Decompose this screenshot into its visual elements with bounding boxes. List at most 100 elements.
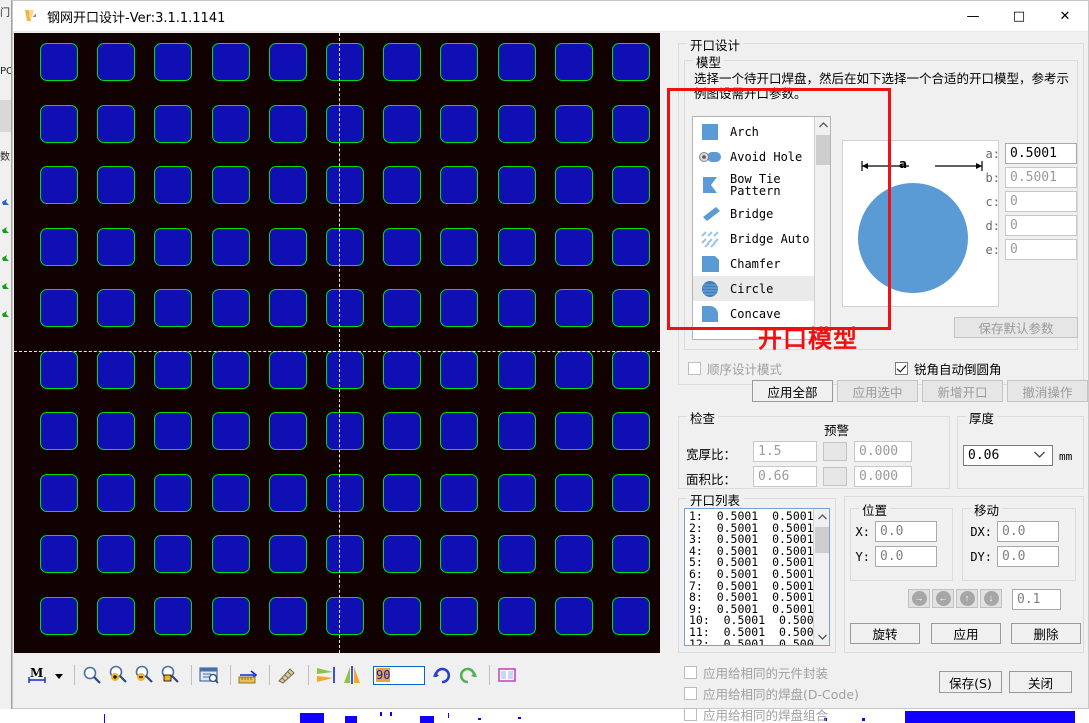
pcb-pad[interactable] xyxy=(97,289,136,327)
pcb-pad[interactable] xyxy=(211,473,250,512)
move-left-button[interactable]: ← xyxy=(932,589,954,608)
opening-list[interactable]: 1: 0.5001 0.5001 0 2: 0.5001 0.5001 0 3: 0… xyxy=(684,508,830,646)
pcb-pad[interactable] xyxy=(383,104,422,143)
pcb-pad[interactable] xyxy=(612,350,650,389)
save-button[interactable]: 保存(S) xyxy=(939,671,1002,693)
pcb-pad[interactable] xyxy=(497,104,536,143)
design-action-button-0[interactable]: 应用全部 xyxy=(752,380,833,402)
rotate-cw-icon[interactable] xyxy=(431,664,453,686)
param-field-e[interactable]: e: 0 xyxy=(984,239,1077,260)
pcb-pad[interactable] xyxy=(497,289,536,327)
pcb-pad[interactable] xyxy=(40,104,78,143)
model-list[interactable]: Arch Avoid Hole Bow Tie Pattern Bridge Bridg… xyxy=(692,116,831,340)
close-window-button[interactable]: ✕ xyxy=(1042,1,1088,32)
pcb-pad[interactable] xyxy=(497,166,536,204)
pcb-pad[interactable] xyxy=(497,350,536,389)
pcb-pad[interactable] xyxy=(326,227,364,266)
minimize-button[interactable]: — xyxy=(950,1,996,32)
param-input[interactable]: 0 xyxy=(1005,191,1077,212)
pcb-pad[interactable] xyxy=(154,350,193,389)
close-dialog-button[interactable]: 关闭 xyxy=(1009,671,1072,693)
position-x-field[interactable]: X: 0.0 xyxy=(854,521,937,542)
pcb-pad[interactable] xyxy=(154,596,193,635)
pcb-pad[interactable] xyxy=(154,535,193,573)
pcb-pad[interactable] xyxy=(211,412,250,450)
pcb-pad[interactable] xyxy=(40,227,78,266)
pcb-pad[interactable] xyxy=(383,227,422,266)
pcb-pad[interactable] xyxy=(268,412,307,450)
pcb-pad[interactable] xyxy=(326,43,364,81)
pcb-canvas[interactable] xyxy=(14,33,660,653)
move-right-button[interactable]: → xyxy=(908,589,930,608)
pcb-pad[interactable] xyxy=(40,596,78,635)
rotate-button[interactable]: 旋转 xyxy=(850,623,920,644)
pcb-pad[interactable] xyxy=(383,289,422,327)
design-action-button-2[interactable]: 新增开口 xyxy=(922,380,1003,402)
apply-transform-button[interactable]: 应用 xyxy=(931,623,1001,644)
pcb-pad[interactable] xyxy=(383,350,422,389)
maximize-button[interactable]: □ xyxy=(996,1,1042,32)
opening-list-scroll-thumb[interactable] xyxy=(815,527,829,553)
pcb-pad[interactable] xyxy=(40,289,78,327)
flip-horizontal-icon[interactable] xyxy=(315,664,337,686)
param-field-d[interactable]: d: 0 xyxy=(984,215,1077,236)
pcb-pad[interactable] xyxy=(440,104,479,143)
ruler-icon[interactable] xyxy=(237,664,259,686)
pcb-pad[interactable] xyxy=(440,350,479,389)
model-list-item[interactable]: Bow Tie Pattern xyxy=(693,169,815,201)
move-step-input[interactable]: 0.1 xyxy=(1012,589,1061,610)
param-input[interactable]: 0.5001 xyxy=(1005,167,1077,188)
auto-fillet-checkbox[interactable]: 锐角自动倒圆角 xyxy=(895,359,1002,378)
pcb-pad[interactable] xyxy=(383,166,422,204)
pcb-pad[interactable] xyxy=(97,473,136,512)
pcb-pad[interactable] xyxy=(383,412,422,450)
pcb-pad[interactable] xyxy=(612,227,650,266)
pcb-pad[interactable] xyxy=(268,473,307,512)
pcb-pad[interactable] xyxy=(326,535,364,573)
pcb-pad[interactable] xyxy=(154,473,193,512)
footer-checkbox-box-0[interactable] xyxy=(684,666,697,679)
pcb-pad[interactable] xyxy=(612,473,650,512)
rotate-angle-input[interactable]: 90 xyxy=(373,665,425,685)
mirror-icon[interactable] xyxy=(341,664,363,686)
model-list-item[interactable]: Arch xyxy=(693,119,815,144)
opening-list-scrollbar[interactable] xyxy=(813,509,829,645)
pcb-pad[interactable] xyxy=(97,412,136,450)
window-search-icon[interactable] xyxy=(198,664,220,686)
pcb-pad[interactable] xyxy=(211,596,250,635)
check-row-color-button-0[interactable] xyxy=(823,442,847,461)
pcb-pad[interactable] xyxy=(497,596,536,635)
pcb-pad[interactable] xyxy=(97,596,136,635)
pcb-pad[interactable] xyxy=(211,350,250,389)
measure-tool-icon[interactable] xyxy=(276,664,298,686)
design-action-button-3[interactable]: 撤消操作 xyxy=(1007,380,1088,402)
pcb-pad[interactable] xyxy=(154,227,193,266)
pcb-pad[interactable] xyxy=(497,412,536,450)
model-list-scroll-thumb[interactable] xyxy=(816,135,830,165)
pcb-pad[interactable] xyxy=(211,289,250,327)
pcb-pad[interactable] xyxy=(326,473,364,512)
zoom-out-icon[interactable] xyxy=(133,664,155,686)
pcb-pad[interactable] xyxy=(554,166,593,204)
position-x-input[interactable]: 0.0 xyxy=(875,521,937,542)
pcb-pad[interactable] xyxy=(383,596,422,635)
pcb-pad[interactable] xyxy=(268,596,307,635)
pcb-pad[interactable] xyxy=(440,473,479,512)
pcb-pad[interactable] xyxy=(383,535,422,573)
footer-checkbox-box-2[interactable] xyxy=(684,708,697,721)
pcb-pad[interactable] xyxy=(40,412,78,450)
pcb-pad[interactable] xyxy=(612,412,650,450)
pcb-pad[interactable] xyxy=(554,473,593,512)
zoom-icon[interactable] xyxy=(81,664,103,686)
pcb-pad[interactable] xyxy=(97,43,136,81)
pcb-pad[interactable] xyxy=(154,289,193,327)
check-row-warn-value-0[interactable]: 0.000 xyxy=(854,441,912,462)
footer-checkbox-1[interactable]: 应用给相同的焊盘(D-Code) xyxy=(684,684,859,703)
pcb-pad[interactable] xyxy=(497,227,536,266)
pcb-pad[interactable] xyxy=(97,166,136,204)
model-list-item[interactable]: Chamfer xyxy=(693,251,815,276)
pcb-pad[interactable] xyxy=(154,43,193,81)
param-field-b[interactable]: b: 0.5001 xyxy=(984,167,1077,188)
save-default-params-button[interactable]: 保存默认参数 xyxy=(954,317,1078,338)
footer-checkbox-0[interactable]: 应用给相同的元件封装 xyxy=(684,663,828,682)
